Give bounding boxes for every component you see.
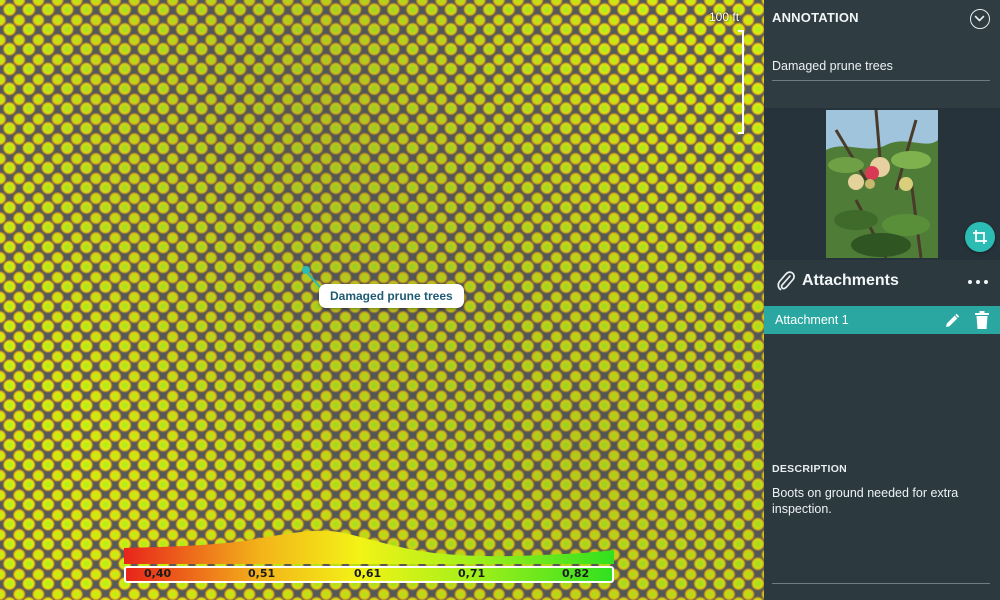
attachment-photo[interactable] — [826, 110, 938, 258]
delete-attachment-button[interactable] — [974, 310, 990, 330]
scale-bar — [738, 30, 744, 134]
map-view[interactable]: 100 ft Damaged prune trees 0,40 0,51 0,6… — [0, 0, 764, 600]
chevron-down-icon — [974, 15, 985, 22]
panel-header: ANNOTATION Damaged prune trees — [764, 0, 1000, 108]
attachments-title: Attachments — [802, 272, 899, 289]
legend-histogram — [124, 530, 614, 564]
legend-tick: 0,40 — [144, 567, 172, 580]
prune-fruit-image — [826, 110, 938, 258]
attachments-header: Attachments — [764, 262, 1000, 302]
attachment-name: Attachment 1 — [775, 313, 849, 327]
paperclip-icon — [777, 271, 795, 291]
annotation-panel: ANNOTATION Damaged prune trees Attachmen… — [764, 0, 1000, 600]
description-field[interactable]: Boots on ground needed for extra inspect… — [772, 485, 992, 517]
edit-attachment-button[interactable] — [944, 311, 962, 329]
scale-label: 100 ft — [709, 10, 740, 24]
more-options-icon — [968, 280, 972, 284]
pencil-icon — [946, 313, 960, 327]
crop-button[interactable] — [965, 222, 995, 252]
more-options-button[interactable] — [967, 272, 991, 292]
field-underline — [772, 80, 990, 81]
annotation-name-field[interactable]: Damaged prune trees — [772, 59, 893, 73]
collapse-button[interactable] — [970, 9, 990, 29]
trash-icon — [975, 311, 989, 329]
legend-tick: 0,71 — [458, 567, 486, 580]
annotation-pin[interactable] — [302, 266, 310, 274]
attachment-row[interactable]: Attachment 1 — [764, 306, 1000, 334]
legend-tick: 0,51 — [248, 567, 276, 580]
photo-area — [764, 108, 1000, 260]
description-heading: DESCRIPTION — [772, 463, 848, 475]
panel-heading: ANNOTATION — [772, 10, 859, 25]
legend-tick: 0,61 — [354, 567, 382, 580]
field-underline — [772, 583, 990, 584]
ndvi-legend: 0,40 0,51 0,61 0,71 0,82 — [124, 526, 616, 586]
legend-tick: 0,82 — [562, 567, 590, 580]
crop-icon — [973, 230, 987, 244]
annotation-callout[interactable]: Damaged prune trees — [319, 284, 464, 308]
